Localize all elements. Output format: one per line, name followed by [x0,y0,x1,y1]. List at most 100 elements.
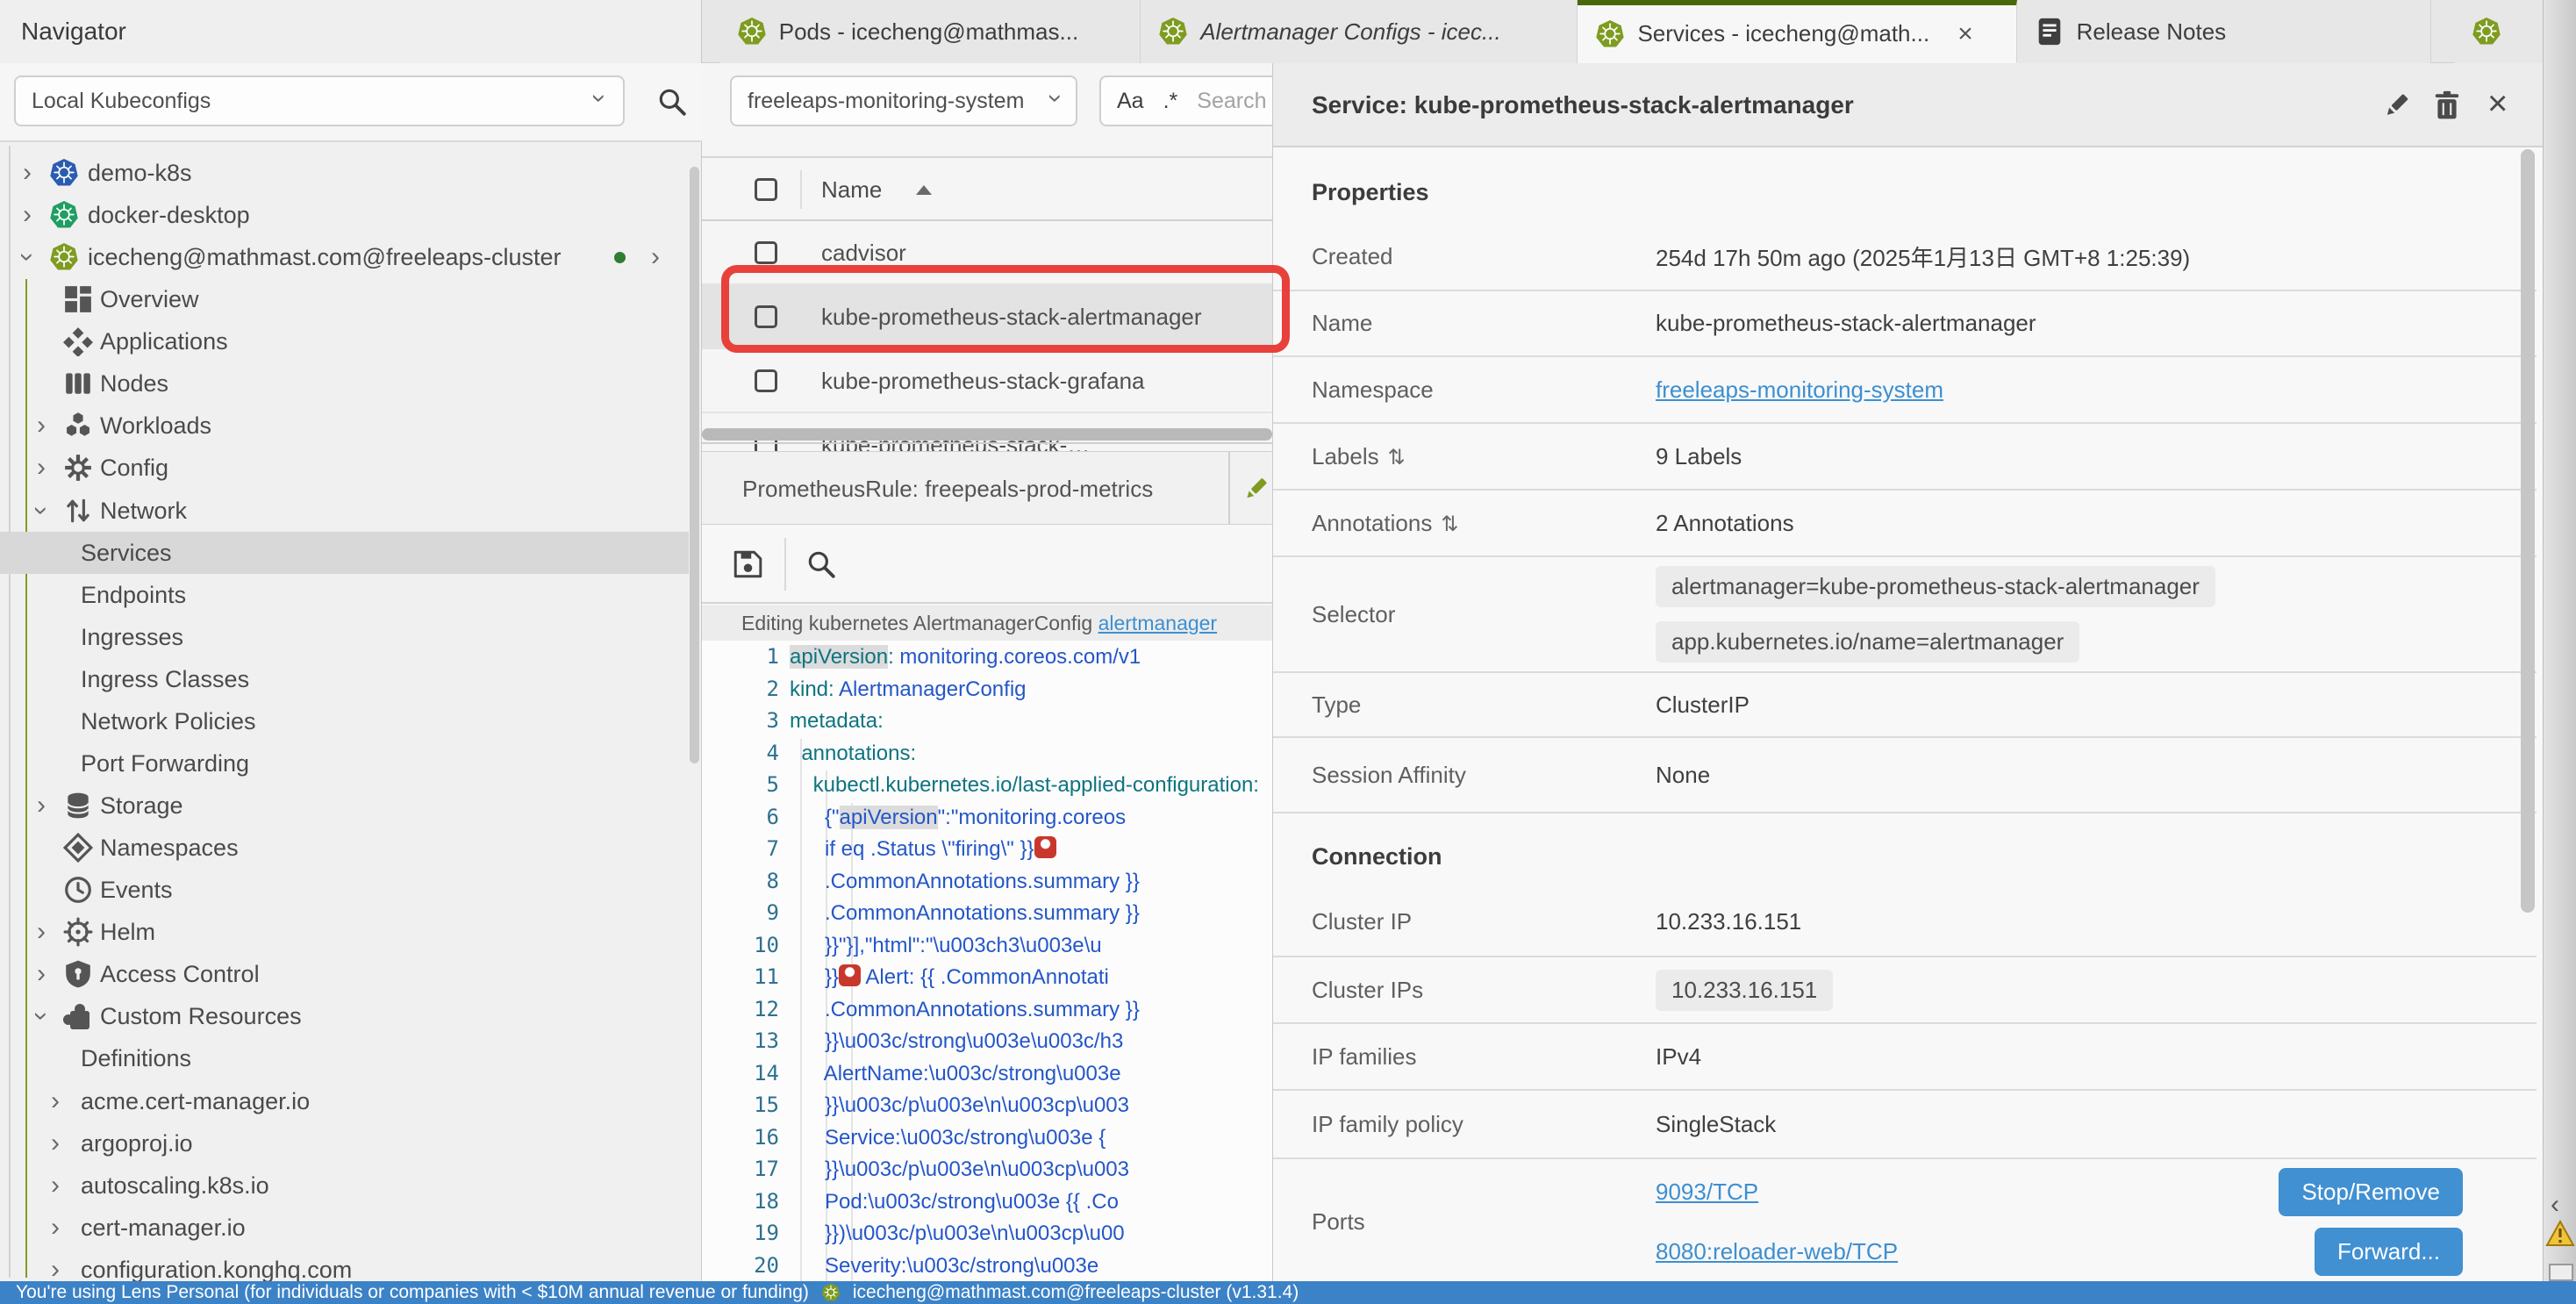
tab-label: Alertmanager Configs - icec... [1200,18,1500,46]
forward--button[interactable]: Forward... [2315,1228,2463,1276]
clipped-ui-fragment [2549,1264,2573,1281]
chevron-down-icon: › [6,253,48,262]
property-value: kube-prometheus-stack-alertmanager [1656,310,2537,337]
sidebar-scrollbar[interactable] [690,167,699,763]
sidebar-item-network-policies[interactable]: Network Policies [0,700,689,742]
name-column-header[interactable]: Name [821,158,882,221]
row-checkbox[interactable] [755,369,777,392]
code-lines: 1apiVersion: monitoring.coreos.com/v12ki… [702,641,1272,1281]
table-bottom-border [702,442,1272,444]
clock-icon [63,875,93,905]
code-token: monitoring.coreos.com/v1 [899,645,1141,669]
sidebar-item-cert-manager-io[interactable]: ›cert-manager.io [0,1207,689,1249]
code-token: Service:\u003c/strong\u003e { [790,1126,1106,1150]
property-label: Cluster IPs [1312,977,1656,1004]
line-number: 17 [702,1153,779,1186]
code-token: if eq .Status \"firing\" }} [790,837,1034,861]
sidebar-item-workloads[interactable]: ›Workloads [0,405,689,447]
sidebar-item-ingress-classes[interactable]: Ingress Classes [0,658,689,700]
select-all-checkbox[interactable] [755,178,777,201]
edit-pencil-icon[interactable] [1241,474,1270,504]
sidebar-item-services[interactable]: Services [0,532,689,574]
tab-release-notes[interactable]: Release Notes [2017,0,2432,63]
code-line: 16 Service:\u003c/strong\u003e { [702,1121,1272,1154]
property-label-text: Namespace [1312,376,1434,403]
sidebar-item-ingresses[interactable]: Ingresses [0,616,689,658]
sidebar-item-acme-cert-manager-io[interactable]: ›acme.cert-manager.io [0,1080,689,1122]
save-icon[interactable] [732,548,763,580]
sidebar-item-label: autoscaling.k8s.io [0,1164,269,1207]
property-row-name: Namekube-prometheus-stack-alertmanager [1273,291,2537,357]
property-row-labels: Labels⇅9 Labels [1273,424,2537,491]
trash-icon[interactable] [2431,90,2463,121]
sidebar-item-demo-k8s[interactable]: ›demo-k8s [0,152,689,194]
port-link[interactable]: 9093/TCP [1656,1179,1758,1206]
namespace-selector[interactable]: freeleaps-monitoring-system › [730,75,1077,126]
search-icon[interactable] [805,548,837,580]
apps-icon [63,326,93,356]
code-token: kubectl.kubernetes.io/last-applied-confi… [790,773,1259,797]
regex-toggle[interactable]: .* [1163,89,1178,114]
match-case-toggle[interactable]: Aa [1117,89,1144,114]
kubeconfig-selector[interactable]: Local Kubeconfigs › [14,75,625,126]
sidebar-item-definitions[interactable]: Definitions [0,1037,689,1079]
code-token: }}\u003c/p\u003e\n\u003cp\u003 [790,1157,1129,1181]
row-checkbox[interactable] [755,241,777,264]
sidebar-item-applications[interactable]: Applications [0,320,689,362]
code-line: 12 .CommonAnnotations.summary }} [702,993,1272,1026]
sidebar-item-overview[interactable]: Overview [0,278,689,320]
sidebar-item-config[interactable]: ›Config [0,447,689,489]
property-label-text: Cluster IP [1312,908,1412,935]
chevron-down-icon: › [20,506,62,515]
namespace-link[interactable]: freeleaps-monitoring-system [1656,376,1943,403]
sidebar-item-label: Endpoints [0,574,186,616]
property-label: Annotations⇅ [1312,510,1656,537]
property-row-selector: Selectoralertmanager=kube-prometheus-sta… [1273,557,2537,673]
property-value: None [1656,762,2537,789]
sidebar-item-configuration-konghq-com[interactable]: ›configuration.konghq.com [0,1249,689,1281]
sidebar-item-port-forwarding[interactable]: Port Forwarding [0,742,689,785]
sidebar-item-custom-resources[interactable]: ›Custom Resources [0,995,689,1037]
code-token: metadata: [790,709,884,733]
sidebar-item-icecheng-mathmast-com-freeleaps-cluster[interactable]: ›icecheng@mathmast.com@freeleaps-cluster… [0,236,689,278]
yaml-editor[interactable]: 1apiVersion: monitoring.coreos.com/v12ki… [702,641,1272,1281]
horizontal-scrollbar[interactable] [702,428,1272,441]
kubernetes-icon [49,200,79,230]
search-icon[interactable] [656,86,688,118]
details-title: Service: kube-prometheus-stack-alertmana… [1312,63,1854,147]
close-tab-icon[interactable]: × [1957,19,1973,49]
sidebar-item-docker-desktop[interactable]: ›docker-desktop [0,194,689,236]
sidebar-item-endpoints[interactable]: Endpoints [0,574,689,616]
sidebar-item-access-control[interactable]: ›Access Control [0,953,689,995]
stop-remove-button[interactable]: Stop/Remove [2279,1168,2463,1216]
sidebar-item-network[interactable]: ›Network [0,490,689,532]
sidebar-item-storage[interactable]: ›Storage [0,785,689,827]
line-number: 11 [702,961,779,993]
sidebar-item-namespaces[interactable]: Namespaces [0,827,689,869]
code-token: apiVersion [790,645,888,669]
service-details-panel: Service: kube-prometheus-stack-alertmana… [1272,63,2576,1281]
alertmanager-link[interactable]: alertmanager [1098,612,1218,634]
sidebar-item-events[interactable]: Events [0,869,689,911]
tab-pods-icecheng-mathmas[interactable]: Pods - icecheng@mathmas... [719,0,1141,63]
sidebar-item-label: icecheng@mathmast.com@freeleaps-cluster [0,236,562,278]
sort-ascending-icon[interactable] [916,185,932,195]
port-line: 8080:reloader-web/TCP Forward... [1656,1222,2463,1281]
tab-services-icecheng-math[interactable]: Services - icecheng@math...× [1578,0,2016,63]
search-box[interactable]: Aa .* Search [1099,75,1272,126]
sidebar-item-argoproj-io[interactable]: ›argoproj.io [0,1122,689,1164]
sort-toggle-icon[interactable]: ⇅ [1388,446,1406,469]
sidebar-item-label: Ingress Classes [0,658,249,700]
sort-toggle-icon[interactable]: ⇅ [1441,512,1458,536]
tab-label: Pods - icecheng@mathmas... [779,18,1078,46]
tab-alertmanager-configs-icec[interactable]: Alertmanager Configs - icec... [1141,0,1578,63]
sidebar-item-helm[interactable]: ›Helm [0,911,689,953]
port-link[interactable]: 8080:reloader-web/TCP [1656,1238,1898,1265]
details-scrollbar[interactable] [2521,149,2535,913]
property-label-text: Cluster IPs [1312,977,1423,1003]
sidebar-item-nodes[interactable]: Nodes [0,362,689,405]
close-icon[interactable]: × [2487,82,2519,114]
table-row[interactable]: kube-prometheus-stack-grafana [702,349,1272,413]
edit-pencil-icon[interactable] [2380,90,2412,121]
sidebar-item-autoscaling-k8s-io[interactable]: ›autoscaling.k8s.io [0,1164,689,1207]
